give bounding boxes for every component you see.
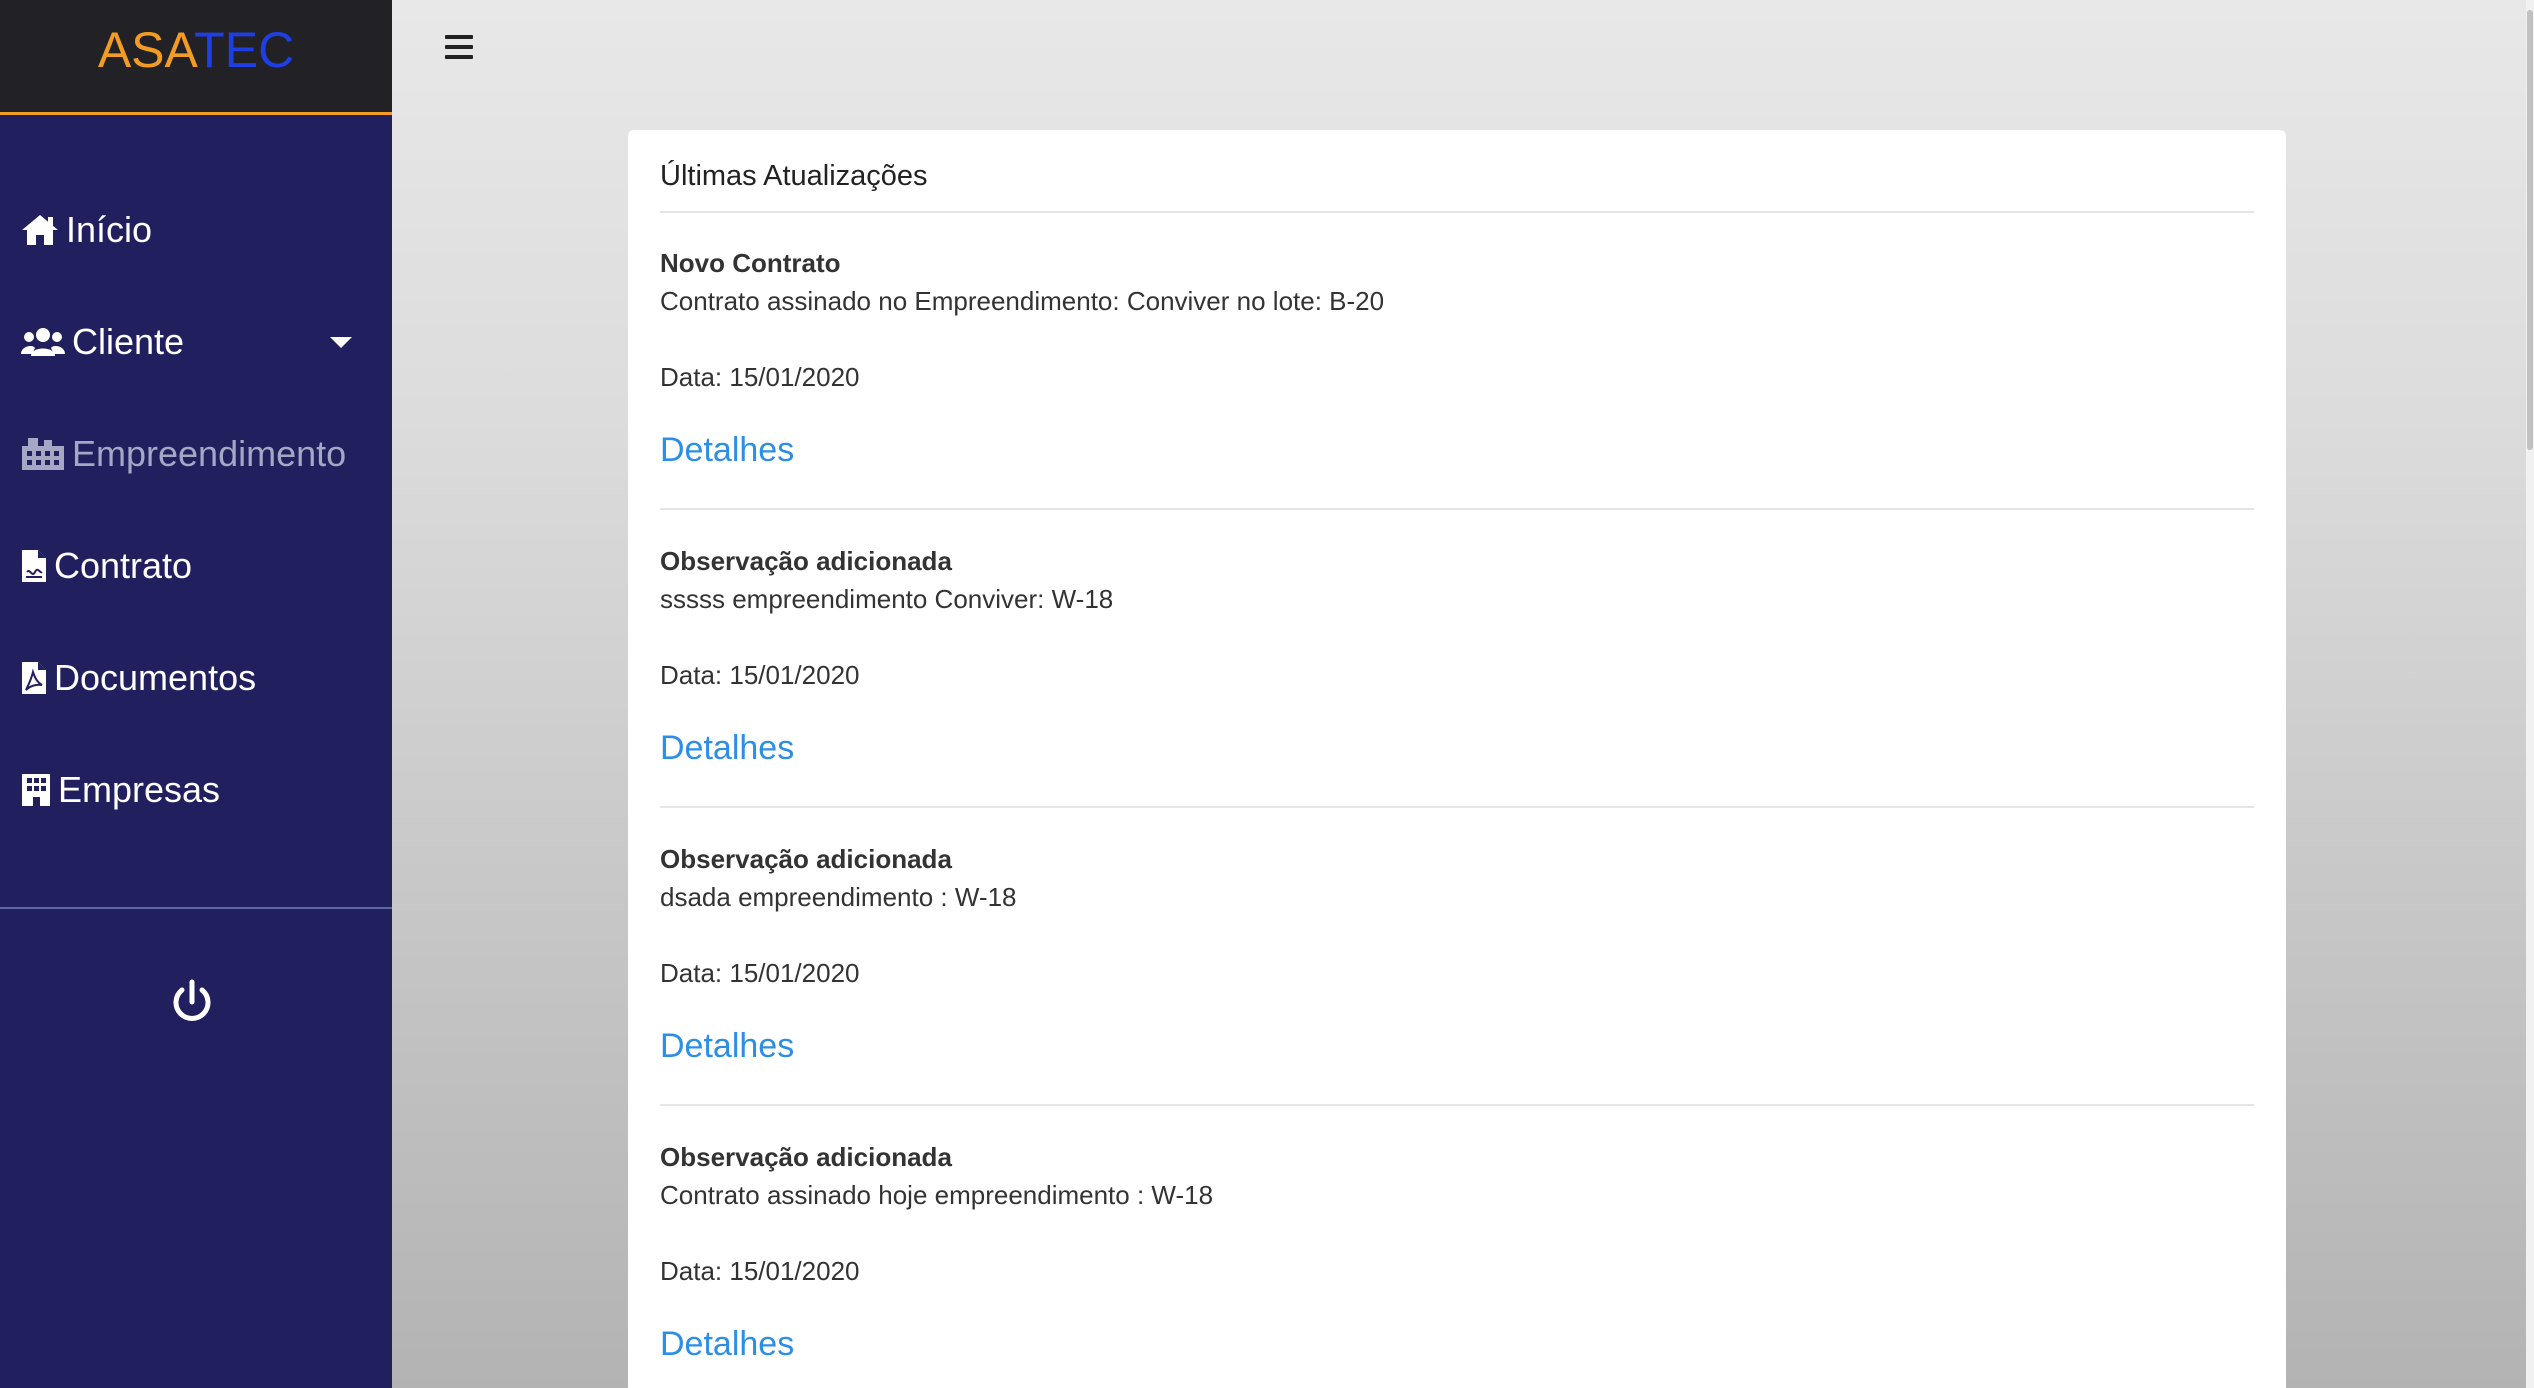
home-icon bbox=[20, 213, 60, 247]
divider bbox=[660, 508, 2254, 510]
update-item: Observação adicionada sssss empreendimen… bbox=[660, 546, 2254, 844]
details-link[interactable]: Detalhes bbox=[660, 1027, 794, 1066]
update-date: Data: 15/01/2020 bbox=[660, 660, 860, 690]
update-item: Novo Contrato Contrato assinado no Empre… bbox=[660, 248, 2254, 546]
sidebar-item-cliente[interactable]: Cliente bbox=[20, 307, 352, 377]
power-icon[interactable] bbox=[168, 978, 216, 1026]
users-icon bbox=[20, 326, 66, 358]
brand-logo-part2: TEC bbox=[194, 22, 295, 78]
update-item: Observação adicionada Contrato assinado … bbox=[660, 1142, 2254, 1388]
details-link[interactable]: Detalhes bbox=[660, 431, 794, 470]
update-date: Data: 15/01/2020 bbox=[660, 1256, 860, 1286]
sidebar-item-documentos[interactable]: Documentos bbox=[20, 643, 352, 713]
hamburger-icon[interactable] bbox=[445, 35, 473, 61]
update-description: Contrato assinado no Empreendimento: Con… bbox=[660, 286, 1385, 316]
card-title: Últimas Atualizações bbox=[660, 160, 928, 192]
update-title: Observação adicionada bbox=[660, 1142, 952, 1172]
sidebar-item-contrato[interactable]: Contrato bbox=[20, 531, 352, 601]
details-link[interactable]: Detalhes bbox=[660, 1325, 794, 1364]
file-pdf-icon bbox=[20, 660, 48, 696]
sidebar-item-inicio[interactable]: Início bbox=[20, 195, 352, 265]
update-description: dsada empreendimento : W-18 bbox=[660, 882, 1017, 912]
sidebar-item-label: Documentos bbox=[54, 657, 257, 698]
update-title: Observação adicionada bbox=[660, 844, 952, 874]
updates-card: Últimas Atualizações Novo Contrato Contr… bbox=[628, 130, 2286, 1388]
scrollbar-thumb[interactable] bbox=[2527, 10, 2533, 450]
update-title: Novo Contrato bbox=[660, 248, 841, 278]
sidebar-item-label: Empresas bbox=[58, 769, 221, 810]
divider bbox=[660, 806, 2254, 808]
divider bbox=[660, 211, 2254, 213]
building-icon bbox=[20, 436, 66, 472]
office-building-icon bbox=[20, 772, 52, 808]
file-contract-icon bbox=[20, 548, 48, 584]
scrollbar[interactable] bbox=[2526, 0, 2534, 1388]
sidebar-item-label: Início bbox=[66, 209, 153, 250]
sidebar: ASATEC Início Cliente Empreendimento Con… bbox=[0, 0, 392, 1388]
brand-logo-part1: ASA bbox=[97, 22, 195, 78]
update-title: Observação adicionada bbox=[660, 546, 952, 576]
update-date: Data: 15/01/2020 bbox=[660, 362, 860, 392]
brand-header: ASATEC bbox=[0, 0, 392, 115]
update-description: Contrato assinado hoje empreendimento : … bbox=[660, 1180, 1214, 1210]
divider bbox=[660, 1104, 2254, 1106]
main-content: Últimas Atualizações Novo Contrato Contr… bbox=[392, 0, 2526, 1388]
sidebar-item-empreendimento[interactable]: Empreendimento bbox=[20, 419, 352, 489]
update-description: sssss empreendimento Conviver: W-18 bbox=[660, 584, 1114, 614]
chevron-down-icon bbox=[330, 337, 352, 348]
sidebar-item-label: Cliente bbox=[72, 321, 185, 362]
brand-logo[interactable]: ASATEC bbox=[98, 21, 294, 79]
details-link[interactable]: Detalhes bbox=[660, 729, 794, 768]
update-date: Data: 15/01/2020 bbox=[660, 958, 860, 988]
sidebar-item-label: Contrato bbox=[54, 545, 193, 586]
sidebar-item-label: Empreendimento bbox=[72, 433, 347, 474]
sidebar-item-empresas[interactable]: Empresas bbox=[20, 755, 352, 825]
sidebar-divider bbox=[0, 907, 392, 909]
update-item: Observação adicionada dsada empreendimen… bbox=[660, 844, 2254, 1142]
